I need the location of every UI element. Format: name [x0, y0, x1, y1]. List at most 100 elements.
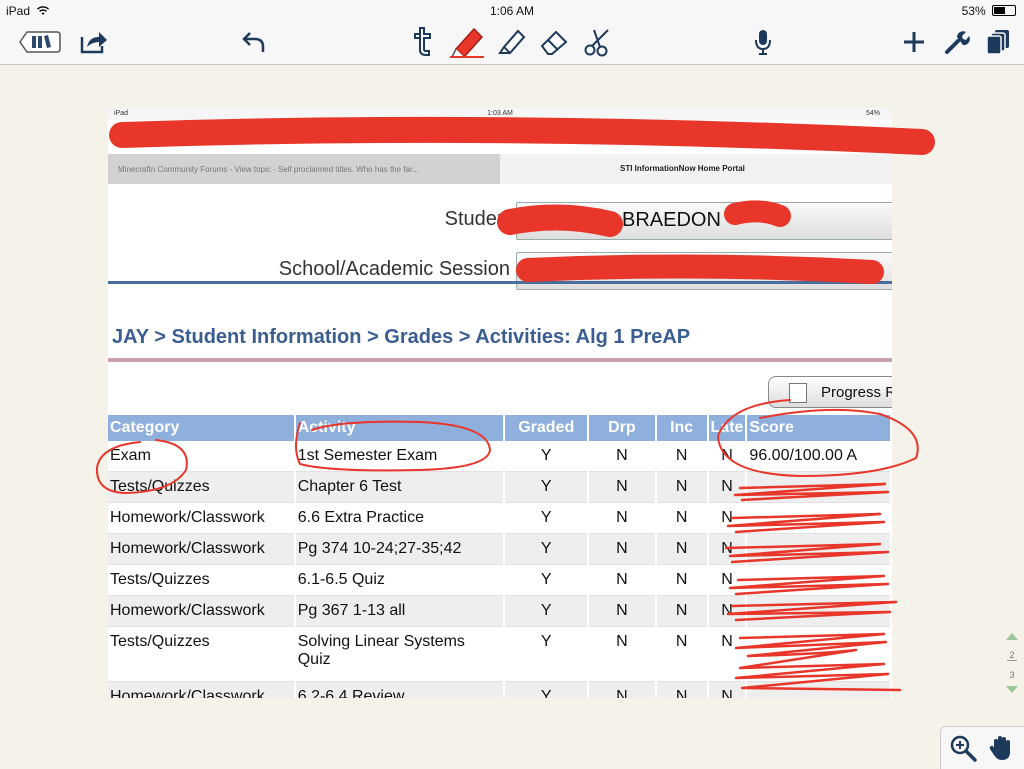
cell-inc: N — [655, 564, 709, 596]
scissors-button[interactable] — [580, 26, 616, 58]
pages-icon — [986, 30, 1009, 55]
highlighter-button[interactable] — [494, 26, 528, 58]
scissors-icon — [584, 29, 609, 57]
table-row[interactable]: Homework/Classwork 6.2-6.4 Review Y N N … — [108, 681, 892, 698]
cell-inc: N — [655, 595, 709, 627]
cell-graded: Y — [504, 626, 590, 682]
column-header-late[interactable]: Late — [707, 415, 748, 441]
zoom-icon — [950, 735, 977, 762]
browser-tab-forum: Minecraftn Community Forums - View topic… — [108, 154, 500, 184]
cell-drp: N — [588, 502, 657, 534]
bottom-tools — [940, 726, 1024, 769]
cell-graded: Y — [504, 595, 590, 627]
cell-score — [746, 564, 892, 596]
cell-activity: Chapter 6 Test — [294, 471, 506, 503]
cell-inc: N — [655, 626, 709, 682]
table-row[interactable]: Tests/Quizzes 6.1-6.5 Quiz Y N N N — [108, 564, 892, 596]
table-row[interactable]: Homework/Classwork Pg 374 10-24;27-35;42… — [108, 533, 892, 565]
text-tool-button[interactable] — [406, 26, 438, 58]
add-button[interactable] — [900, 26, 928, 58]
table-row[interactable]: Homework/Classwork Pg 367 1-13 all Y N N… — [108, 595, 892, 627]
student-value: BRAEDON — [622, 209, 721, 231]
cell-score — [746, 626, 892, 682]
session-label: School/Academic Session — [278, 258, 510, 280]
table-row[interactable]: Exam 1st Semester Exam Y N N N 96.00/100… — [108, 441, 892, 472]
breadcrumb-rule — [108, 358, 892, 362]
cell-score: 96.00/100.00 A — [746, 441, 892, 472]
cell-graded: Y — [504, 681, 590, 698]
text-tool-icon — [414, 27, 431, 56]
undo-button[interactable] — [238, 26, 270, 58]
progress-button-label: Progress R — [821, 384, 892, 401]
battery-fill — [994, 7, 1005, 14]
page-down-icon[interactable] — [1000, 684, 1024, 696]
header-rule — [108, 281, 892, 284]
pen-tool-button[interactable] — [444, 26, 488, 59]
share-icon — [80, 32, 107, 54]
cell-inc: N — [655, 502, 709, 534]
share-button[interactable] — [78, 26, 110, 58]
cell-inc: N — [655, 471, 709, 503]
library-button[interactable] — [12, 26, 62, 58]
embedded-status-bar: iPad 1:03 AM 54% — [108, 108, 892, 120]
column-header-graded[interactable]: Graded — [504, 415, 590, 441]
status-battery: 53% — [962, 4, 1016, 18]
cell-category: Tests/Quizzes — [108, 471, 296, 503]
tab-portal-title: STI InformationNow Home Portal — [620, 164, 745, 173]
progress-report-button[interactable]: Progress R — [768, 376, 892, 408]
column-header-category[interactable]: Category — [108, 415, 296, 441]
page-up-icon[interactable] — [1000, 630, 1024, 642]
column-header-score[interactable]: Score — [746, 415, 892, 441]
column-header-inc[interactable]: Inc — [655, 415, 709, 441]
cell-late: N — [707, 502, 748, 534]
cell-drp: N — [588, 441, 657, 472]
pan-button[interactable] — [987, 734, 1017, 764]
cell-inc: N — [655, 533, 709, 565]
cell-graded: Y — [504, 441, 590, 472]
cell-drp: N — [588, 626, 657, 682]
microphone-button[interactable] — [748, 26, 778, 58]
zoom-button[interactable] — [949, 734, 979, 764]
table-row[interactable]: Homework/Classwork 6.6 Extra Practice Y … — [108, 502, 892, 534]
embedded-status-time: 1:03 AM — [487, 110, 513, 117]
table-row[interactable]: Tests/Quizzes Chapter 6 Test Y N N N — [108, 471, 892, 503]
cell-category: Homework/Classwork — [108, 533, 296, 565]
cell-inc: N — [655, 681, 709, 698]
eraser-button[interactable] — [536, 26, 572, 58]
table-row[interactable]: Tests/Quizzes Solving Linear Systems Qui… — [108, 626, 892, 682]
cell-score — [746, 533, 892, 565]
cell-late: N — [707, 595, 748, 627]
pages-button[interactable] — [984, 26, 1014, 58]
cell-activity: Pg 367 1-13 all — [294, 595, 506, 627]
browser-tabs: Minecraftn Community Forums - View topic… — [108, 154, 892, 184]
cell-activity: 6.6 Extra Practice — [294, 502, 506, 534]
microphone-icon — [755, 30, 771, 55]
cell-inc: N — [655, 441, 709, 472]
cell-activity: Solving Linear Systems Quiz — [294, 626, 506, 682]
cell-category: Homework/Classwork — [108, 681, 296, 698]
embedded-screenshot[interactable]: iPad 1:03 AM 54% Minecraftn Community Fo… — [108, 108, 892, 698]
cell-graded: Y — [504, 533, 590, 565]
cell-activity: 1st Semester Exam — [294, 441, 506, 472]
cell-drp: N — [588, 595, 657, 627]
total-pages-number: 3 — [1009, 670, 1015, 680]
library-icon — [19, 31, 61, 53]
cell-graded: Y — [504, 564, 590, 596]
highlighter-icon — [498, 29, 526, 55]
cell-category: Homework/Classwork — [108, 595, 296, 627]
cell-drp: N — [588, 564, 657, 596]
eraser-icon — [540, 30, 568, 55]
settings-button[interactable] — [942, 26, 972, 58]
session-field — [516, 252, 892, 290]
cell-late: N — [707, 441, 748, 472]
current-page-number: 2 — [1009, 650, 1015, 660]
column-header-drp[interactable]: Drp — [588, 415, 657, 441]
cell-drp: N — [588, 533, 657, 565]
app-toolbar — [0, 22, 1024, 65]
breadcrumb: JAY > Student Information > Grades > Act… — [112, 326, 691, 348]
tab-forum-title: Minecraftn Community Forums - View topic… — [118, 165, 419, 174]
cell-graded: Y — [504, 471, 590, 503]
cell-score — [746, 595, 892, 627]
student-field: BRAEDON — [516, 202, 892, 240]
column-header-activity[interactable]: Activity — [294, 415, 506, 441]
